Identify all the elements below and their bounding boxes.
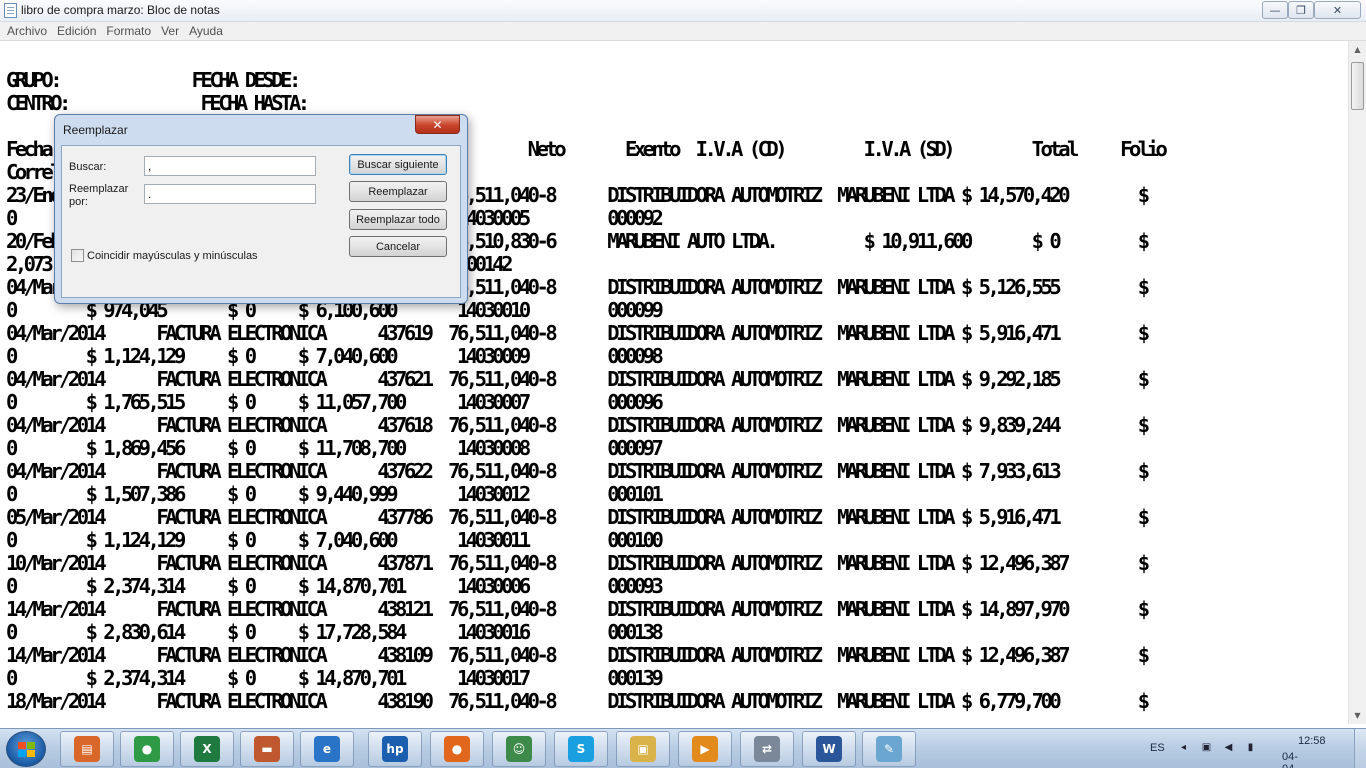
menu-ver[interactable]: Ver xyxy=(156,22,184,40)
find-next-button[interactable]: Buscar siguiente xyxy=(349,154,447,175)
taskbar-app-button[interactable]: W xyxy=(802,731,856,767)
dialog-close-button[interactable]: ✕ xyxy=(415,115,460,134)
skype-icon: S xyxy=(568,736,594,762)
firefox-icon: ● xyxy=(444,736,470,762)
menu-edicion[interactable]: Edición xyxy=(52,22,101,40)
clock-time[interactable]: 12:58 xyxy=(1298,735,1326,747)
transfer-icon: ⇄ xyxy=(754,736,780,762)
paint-icon: ▬ xyxy=(254,736,280,762)
notepad-app-icon xyxy=(4,3,17,18)
excel-icon: X xyxy=(194,736,220,762)
menu-archivo[interactable]: Archivo xyxy=(2,22,52,40)
file-manager-icon: ▤ xyxy=(74,736,100,762)
replace-input[interactable]: . xyxy=(144,184,316,204)
menu-bar: Archivo Edición Formato Ver Ayuda xyxy=(0,22,1366,41)
taskbar-app-button[interactable]: e xyxy=(300,731,354,767)
taskbar-app-button[interactable]: ▬ xyxy=(240,731,294,767)
maximize-button[interactable]: ❐ xyxy=(1288,1,1314,19)
scrollbar-thumb[interactable] xyxy=(1351,62,1364,110)
taskbar-app-button[interactable]: ☺ xyxy=(492,731,546,767)
taskbar-app-button[interactable]: ▣ xyxy=(616,731,670,767)
window-title: libro de compra marzo: Bloc de notas xyxy=(21,3,220,17)
taskbar-app-button[interactable]: ✎ xyxy=(862,731,916,767)
taskbar-app-button[interactable]: ▤ xyxy=(60,731,114,767)
taskbar-app-button[interactable]: ● xyxy=(430,731,484,767)
folder-icon: ▣ xyxy=(630,736,656,762)
taskbar-app-button[interactable]: X xyxy=(180,731,234,767)
taskbar-app-button[interactable]: S xyxy=(554,731,608,767)
replace-label: Reemplazar por: xyxy=(69,183,129,208)
notepad-icon: ✎ xyxy=(876,736,902,762)
windows-logo-icon xyxy=(18,742,36,758)
menu-ayuda[interactable]: Ayuda xyxy=(184,22,228,40)
replace-dialog: Reemplazar ✕ Buscar: , Reemplazar por: .… xyxy=(54,114,468,304)
word-icon: W xyxy=(816,736,842,762)
scroll-down-arrow-icon[interactable]: ▼ xyxy=(1349,707,1366,724)
title-bar: libro de compra marzo: Bloc de notas — ❐… xyxy=(0,0,1366,22)
menu-formato[interactable]: Formato xyxy=(101,22,156,40)
taskbar-app-button[interactable]: ▶ xyxy=(678,731,732,767)
find-input[interactable]: , xyxy=(144,156,316,176)
taskbar-app-button[interactable]: hp xyxy=(368,731,422,767)
scroll-up-arrow-icon[interactable]: ▲ xyxy=(1349,41,1366,58)
taskbar-app-button[interactable]: ● xyxy=(120,731,174,767)
users-icon: ☺ xyxy=(506,736,532,762)
show-desktop-button[interactable] xyxy=(1354,729,1366,768)
match-case-checkbox[interactable] xyxy=(71,249,84,262)
tray-device-icon[interactable]: ▣ xyxy=(1200,742,1213,755)
match-case-label: Coincidir mayúsculas y minúsculas xyxy=(87,250,258,262)
dialog-body: Buscar: , Reemplazar por: . Buscar sigui… xyxy=(61,145,461,298)
close-window-button[interactable]: ✕ xyxy=(1314,1,1361,19)
network-icon[interactable]: ▮ xyxy=(1244,742,1257,755)
volume-icon[interactable]: ◀ xyxy=(1222,742,1235,755)
replace-button[interactable]: Reemplazar xyxy=(349,181,447,202)
minimize-button[interactable]: — xyxy=(1262,1,1288,19)
chrome-icon: ● xyxy=(134,736,160,762)
replace-all-button[interactable]: Reemplazar todo xyxy=(349,209,447,230)
taskbar-app-button[interactable]: ⇄ xyxy=(740,731,794,767)
start-button[interactable] xyxy=(6,731,46,767)
clock-date[interactable]: 04-04-2014 xyxy=(1282,751,1306,768)
cancel-button[interactable]: Cancelar xyxy=(349,236,447,257)
tray-expand-icon[interactable]: ◂ xyxy=(1177,742,1190,755)
language-indicator[interactable]: ES xyxy=(1150,742,1165,754)
vertical-scrollbar[interactable]: ▲ ▼ xyxy=(1348,41,1366,724)
internet-explorer-icon: e xyxy=(314,736,340,762)
hp-icon: hp xyxy=(382,736,408,762)
dialog-title: Reemplazar xyxy=(63,123,128,137)
taskbar: ▤ ● X ▬ e hp ● ☺ S ▣ ▶ ⇄ W ✎ ES ◂ ▣ ◀ ▮ 12:58 04-04-2… xyxy=(0,728,1366,768)
media-player-icon: ▶ xyxy=(692,736,718,762)
find-label: Buscar: xyxy=(69,161,107,173)
